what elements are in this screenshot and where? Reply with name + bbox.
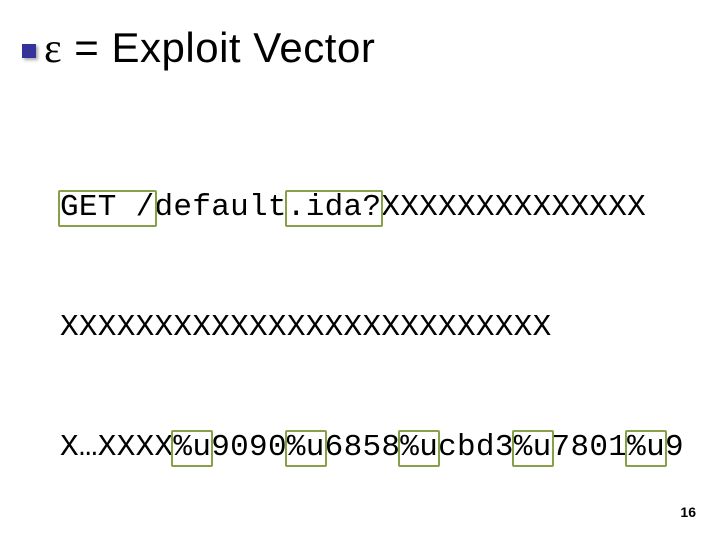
slide: ε = Exploit Vector GET /default.ida?XXXX… — [0, 0, 720, 540]
hl-u: %u — [514, 428, 552, 468]
hl-u: %u — [627, 428, 665, 468]
code-line-3: X…XXXX%u9090%u6858%ucbd3%u7801%u9 — [60, 428, 684, 468]
code-line-1: GET /default.ida?XXXXXXXXXXXXXX — [60, 188, 684, 228]
hl-u: %u — [287, 428, 325, 468]
hl-get: GET / — [60, 188, 155, 228]
epsilon-symbol: ε — [44, 26, 62, 72]
title-text: = Exploit Vector — [62, 24, 375, 71]
code-line-2: XXXXXXXXXXXXXXXXXXXXXXXXXX — [60, 308, 684, 348]
page-number: 16 — [680, 504, 696, 520]
hl-u: %u — [400, 428, 438, 468]
hl-u: %u — [173, 428, 211, 468]
hl-ida: .ida? — [287, 188, 382, 228]
title-bullet — [22, 44, 36, 58]
exploit-code-block: GET /default.ida?XXXXXXXXXXXXXX XXXXXXXX… — [60, 108, 684, 540]
slide-title: ε = Exploit Vector — [44, 24, 375, 73]
